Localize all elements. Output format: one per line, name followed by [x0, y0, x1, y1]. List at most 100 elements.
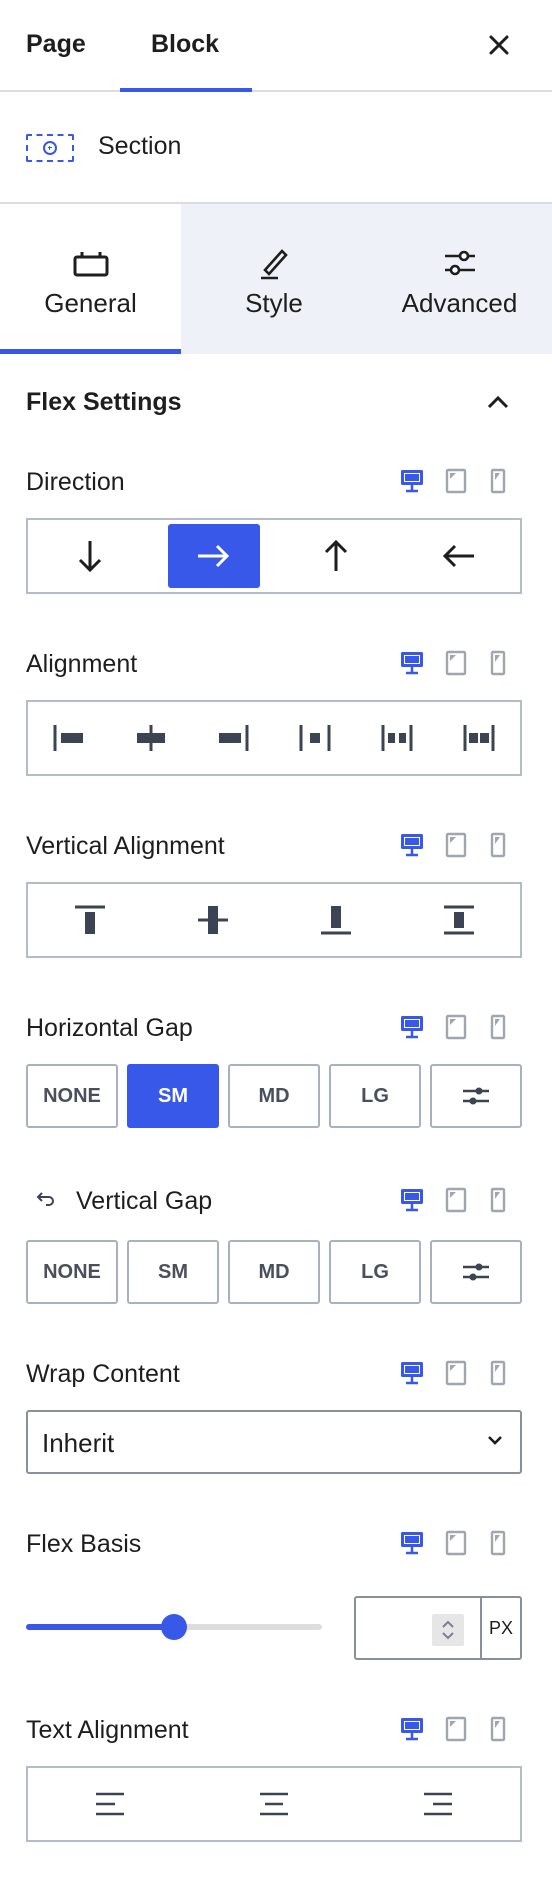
valign-top-button[interactable]	[28, 884, 151, 956]
mobile-icon[interactable]	[484, 466, 512, 496]
vgap-lg-button[interactable]: LG	[329, 1240, 421, 1304]
wrap-content-select[interactable]: Inherit	[26, 1410, 522, 1474]
tablet-icon[interactable]	[442, 1358, 470, 1388]
valign-bottom-button[interactable]	[274, 884, 397, 956]
vgap-none-button[interactable]: NONE	[26, 1240, 118, 1304]
mobile-icon[interactable]	[484, 1185, 512, 1215]
vertical-gap-label: Vertical Gap	[76, 1187, 213, 1215]
align-space-evenly-button[interactable]	[438, 702, 520, 774]
text-align-center-button[interactable]	[192, 1768, 356, 1840]
direction-label: Direction	[26, 468, 125, 496]
valign-stretch-button[interactable]	[397, 884, 520, 956]
horizontal-gap-options: NONE SM MD LG	[26, 1064, 522, 1128]
panel-toggle-button[interactable]	[482, 386, 514, 418]
align-center-icon	[260, 1792, 288, 1816]
align-bottom-icon	[320, 906, 351, 935]
vgap-md-button[interactable]: MD	[228, 1240, 320, 1304]
desktop-icon[interactable]	[398, 1358, 426, 1388]
align-center-button[interactable]	[110, 702, 192, 774]
close-button[interactable]	[480, 26, 518, 64]
tablet-icon[interactable]	[442, 466, 470, 496]
direction-down-button[interactable]	[28, 520, 151, 592]
align-space-around-button[interactable]	[356, 702, 438, 774]
alignment-label: Alignment	[26, 650, 138, 678]
tab-advanced[interactable]: Advanced	[367, 204, 552, 354]
desktop-icon[interactable]	[398, 1012, 426, 1042]
tablet-icon[interactable]	[442, 1185, 470, 1215]
tray-icon	[71, 246, 111, 280]
hgap-sm-button[interactable]: SM	[127, 1064, 219, 1128]
align-start-button[interactable]	[28, 702, 110, 774]
tab-block[interactable]: Block	[151, 30, 219, 59]
vertical-gap-device-switcher	[398, 1185, 508, 1215]
desktop-icon[interactable]	[398, 1185, 426, 1215]
tab-advanced-label: Advanced	[401, 288, 518, 318]
vertical-alignment-device-switcher	[398, 830, 508, 860]
text-align-right-button[interactable]	[356, 1768, 520, 1840]
sliders-icon	[440, 246, 480, 280]
vgap-custom-button[interactable]	[430, 1240, 522, 1304]
mobile-icon[interactable]	[484, 1714, 512, 1744]
tablet-icon[interactable]	[442, 1528, 470, 1558]
justify-center-icon	[137, 725, 165, 751]
wrap-content-value: Inherit	[42, 1428, 115, 1458]
direction-device-switcher	[398, 466, 508, 496]
text-alignment-device-switcher	[398, 1714, 508, 1744]
tab-page[interactable]: Page	[26, 30, 86, 59]
arrow-down-icon	[78, 541, 101, 573]
close-icon	[489, 35, 509, 55]
mobile-icon[interactable]	[484, 648, 512, 678]
tablet-icon[interactable]	[442, 830, 470, 860]
direction-left-button[interactable]	[397, 520, 520, 592]
align-space-between-button[interactable]	[274, 702, 356, 774]
align-stretch-icon	[443, 905, 474, 935]
valign-center-button[interactable]	[151, 884, 274, 956]
tablet-icon[interactable]	[442, 1012, 470, 1042]
mobile-icon[interactable]	[484, 1012, 512, 1042]
direction-button-group	[26, 518, 522, 594]
reset-icon[interactable]	[34, 1188, 56, 1210]
hgap-custom-button[interactable]	[430, 1064, 522, 1128]
desktop-icon[interactable]	[398, 830, 426, 860]
tablet-icon[interactable]	[442, 1714, 470, 1744]
flex-basis-slider-fill	[26, 1624, 174, 1630]
mobile-icon[interactable]	[484, 830, 512, 860]
alignment-device-switcher	[398, 648, 508, 678]
text-align-left-button[interactable]	[28, 1768, 192, 1840]
mobile-icon[interactable]	[484, 1358, 512, 1388]
direction-right-button[interactable]	[151, 520, 274, 592]
justify-start-icon	[53, 725, 83, 751]
flex-basis-unit[interactable]: PX	[480, 1596, 522, 1660]
section-block-icon	[26, 134, 74, 162]
tablet-icon[interactable]	[442, 648, 470, 678]
flex-basis-slider-thumb[interactable]	[161, 1614, 187, 1640]
tab-style-label: Style	[245, 288, 303, 318]
vertical-alignment-button-group	[26, 882, 522, 958]
vgap-sm-button[interactable]: SM	[127, 1240, 219, 1304]
number-spinner[interactable]	[432, 1614, 464, 1646]
desktop-icon[interactable]	[398, 466, 426, 496]
align-right-icon	[424, 1792, 452, 1816]
inspector-tabs: General Style Advanced	[0, 204, 552, 354]
wrap-content-label: Wrap Content	[26, 1360, 180, 1388]
flex-basis-label: Flex Basis	[26, 1530, 142, 1558]
direction-up-button[interactable]	[274, 520, 397, 592]
tab-general-label: General	[44, 288, 137, 318]
sliders-icon	[463, 1263, 489, 1281]
alignment-button-group	[26, 700, 522, 776]
hgap-lg-button[interactable]: LG	[329, 1064, 421, 1128]
align-left-icon	[96, 1792, 124, 1816]
tab-general[interactable]: General	[0, 204, 181, 354]
align-end-button[interactable]	[192, 702, 274, 774]
wrap-content-device-switcher	[398, 1358, 508, 1388]
desktop-icon[interactable]	[398, 1714, 426, 1744]
hgap-md-button[interactable]: MD	[228, 1064, 320, 1128]
horizontal-gap-device-switcher	[398, 1012, 508, 1042]
desktop-icon[interactable]	[398, 1528, 426, 1558]
flex-basis-input[interactable]	[354, 1596, 482, 1660]
mobile-icon[interactable]	[484, 1528, 512, 1558]
justify-space-around-icon	[381, 725, 413, 751]
tab-style[interactable]: Style	[181, 204, 367, 354]
desktop-icon[interactable]	[398, 648, 426, 678]
hgap-none-button[interactable]: NONE	[26, 1064, 118, 1128]
